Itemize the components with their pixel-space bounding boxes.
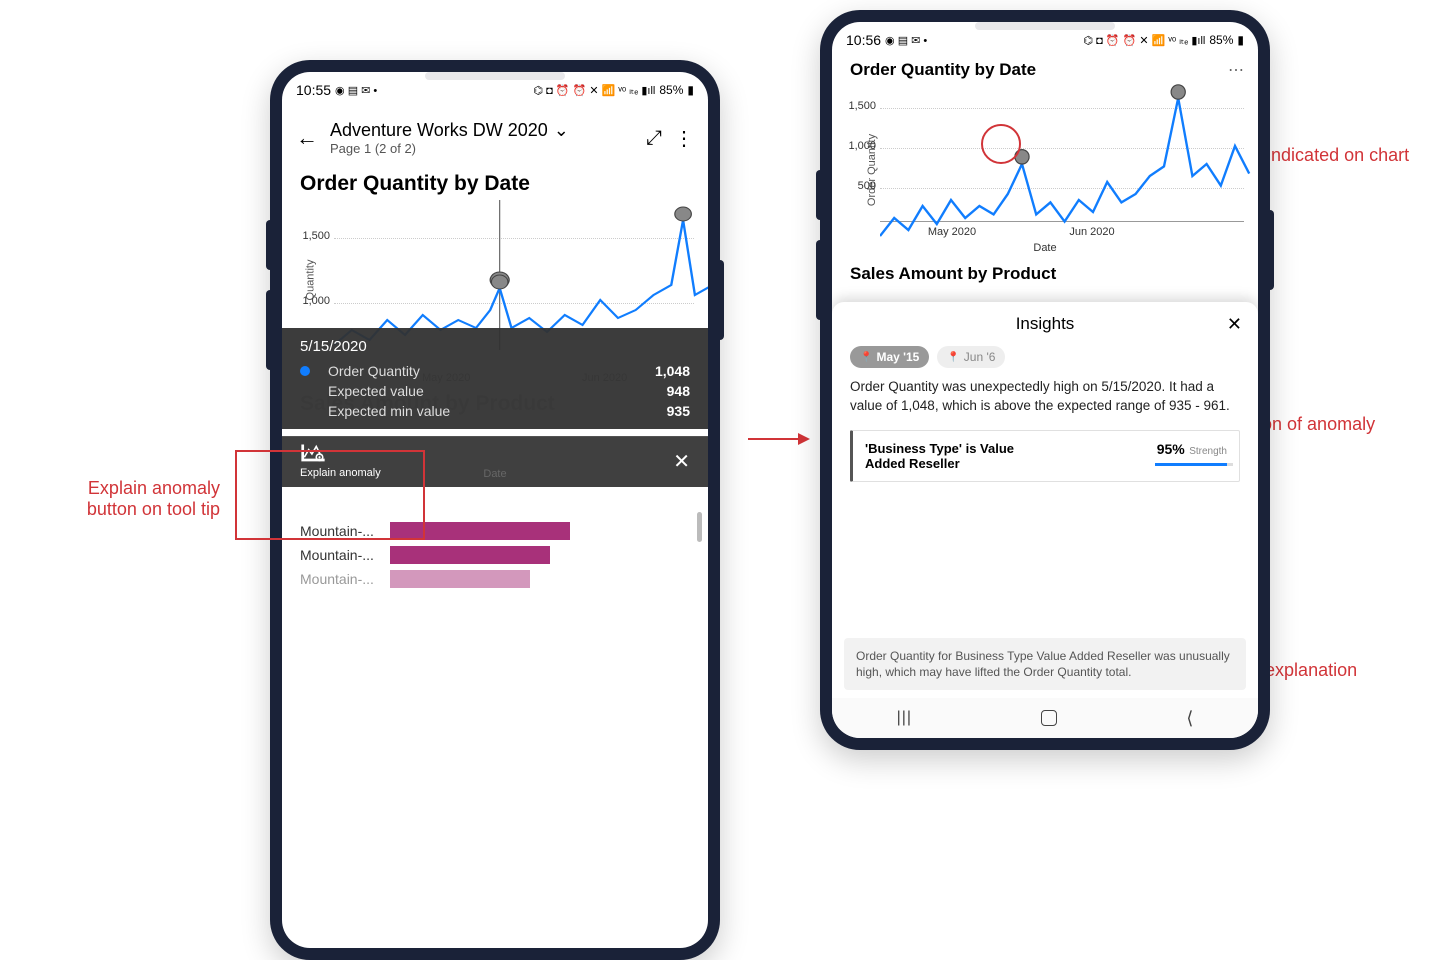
strength-bar (1155, 463, 1227, 466)
y-tick: 1,000 (300, 295, 330, 307)
status-battery: 85% (659, 83, 683, 97)
insights-card-percent: 95% (1157, 441, 1185, 457)
status-icon-apps: ◉ ▤ ✉ • (335, 84, 377, 97)
battery-icon: ▮ (1237, 33, 1244, 47)
bar-row: Mountain-... (300, 546, 690, 564)
chevron-down-icon: ⌄ (554, 120, 569, 141)
more-icon[interactable]: ⋮ (674, 126, 694, 151)
bar-chart[interactable]: Mountain-... Mountain-... Mountain-... (282, 512, 708, 588)
bar (390, 570, 530, 588)
series-color-dot (300, 366, 310, 376)
nav-back[interactable]: ⟨ (1186, 708, 1193, 729)
page-title[interactable]: Adventure Works DW 2020 ⌄ (330, 120, 634, 141)
status-time: 10:55 (296, 82, 331, 98)
bar-label: Mountain-... (300, 547, 390, 563)
annotation-explain-anomaly: Explain anomaly button on tool tip (10, 478, 220, 520)
tooltip-label: Expected value (328, 383, 667, 399)
insights-footer: Order Quantity for Business Type Value A… (844, 638, 1246, 690)
insights-close-button[interactable]: ✕ (1227, 314, 1242, 335)
status-icon-vpn: ⌬ ◘ ⏰ ⏰ ✕ 📶 ᵛᵒ ₗₜₑ ▮ıll (534, 84, 656, 97)
y-tick: 1,000 (846, 140, 876, 152)
insights-card-title: 'Business Type' is Value Added Reseller (865, 441, 1035, 471)
status-icon-apps: ◉ ▤ ✉ • (885, 34, 927, 47)
phone-left: 10:55 ◉ ▤ ✉ • ⌬ ◘ ⏰ ⏰ ✕ 📶 ᵛᵒ ₗₜₑ ▮ıll 85… (270, 60, 720, 960)
chip-may-15[interactable]: 📍 May '15 (850, 346, 929, 368)
status-icon-vpn: ⌬ ◘ ⏰ ⏰ ✕ 📶 ᵛᵒ ₗₜₑ ▮ıll (1084, 34, 1206, 47)
insights-panel: Insights ✕ 📍 May '15 📍 Jun '6 Order Quan… (832, 302, 1258, 698)
chart-title: Order Quantity by Date (282, 168, 708, 200)
chip-jun-6[interactable]: 📍 Jun '6 (937, 346, 1005, 368)
bar-label: Mountain-... (300, 571, 390, 587)
battery-icon: ▮ (687, 83, 694, 97)
tooltip: 5/15/2020 Order Quantity 1,048 Expected … (282, 328, 708, 429)
insights-card[interactable]: 'Business Type' is Value Added Reseller … (850, 430, 1240, 482)
android-nav-bar: ||| ⟨ (832, 698, 1258, 738)
tooltip-value: 935 (667, 403, 690, 419)
insights-title: Insights (1016, 314, 1075, 333)
second-chart-title: Sales Amount by Product (832, 258, 1258, 284)
back-button[interactable]: ← (296, 125, 318, 151)
tooltip-value: 948 (667, 383, 690, 399)
arrow-between-phones (748, 438, 808, 440)
line-chart[interactable]: Order Quantity 1,500 1,000 500 May 2020 … (832, 80, 1258, 260)
scroll-indicator (697, 512, 702, 542)
status-time: 10:56 (846, 32, 881, 48)
status-battery: 85% (1209, 33, 1233, 47)
nav-recents[interactable]: ||| (897, 709, 912, 727)
pin-icon: 📍 (860, 352, 872, 363)
tooltip-date: 5/15/2020 (300, 338, 690, 355)
chart-more-icon[interactable]: ⋯ (1228, 60, 1244, 80)
bar-row: Mountain-... (300, 522, 690, 540)
x-axis-label: Date (282, 468, 708, 480)
insights-description: Order Quantity was unexpectedly high on … (832, 378, 1258, 416)
insights-chips: 📍 May '15 📍 Jun '6 (832, 346, 1258, 378)
nav-home[interactable] (1041, 710, 1057, 726)
bar (390, 522, 570, 540)
pin-icon: 📍 (947, 352, 959, 363)
insights-card-strength-label: Strength (1189, 446, 1227, 457)
page-subtitle: Page 1 (2 of 2) (330, 141, 634, 156)
expand-icon[interactable]: ⤢ (646, 127, 662, 150)
bar (390, 546, 550, 564)
phone-left-screen: 10:55 ◉ ▤ ✉ • ⌬ ◘ ⏰ ⏰ ✕ 📶 ᵛᵒ ₗₜₑ ▮ıll 85… (282, 72, 708, 948)
explain-anomaly-icon (300, 443, 326, 465)
tooltip-value: 1,048 (655, 363, 690, 379)
bar-label: Mountain-... (300, 523, 390, 539)
tooltip-label: Expected min value (328, 403, 667, 419)
y-tick: 500 (846, 180, 876, 192)
tooltip-label: Order Quantity (328, 363, 655, 379)
phone-right-screen: 10:56 ◉ ▤ ✉ • ⌬ ◘ ⏰ ⏰ ✕ 📶 ᵛᵒ ₗₜₑ ▮ıll 85… (832, 22, 1258, 738)
y-tick: 1,500 (300, 230, 330, 242)
app-header: ← Adventure Works DW 2020 ⌄ Page 1 (2 of… (282, 108, 708, 168)
phone-right: 10:56 ◉ ▤ ✉ • ⌬ ◘ ⏰ ⏰ ✕ 📶 ᵛᵒ ₗₜₑ ▮ıll 85… (820, 10, 1270, 750)
y-tick: 1,500 (846, 100, 876, 112)
chart-title: Order Quantity by Date (850, 60, 1036, 80)
bar-row: Mountain-... (300, 570, 690, 588)
